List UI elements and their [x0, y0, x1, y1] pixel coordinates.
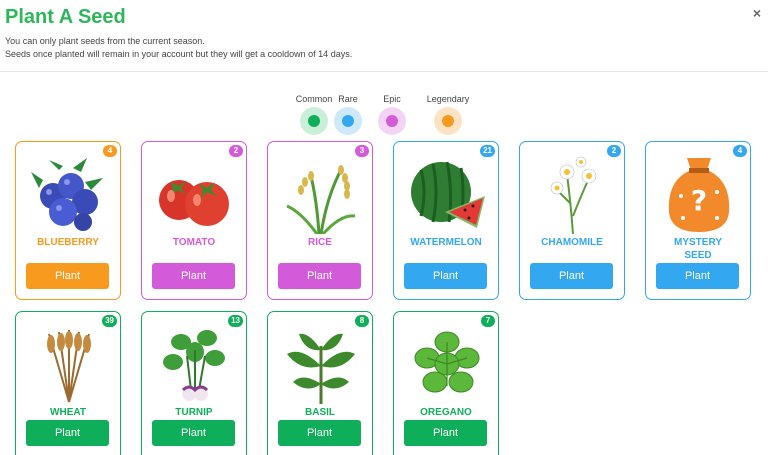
- seed-name: BASIL: [305, 407, 335, 418]
- seed-card-watermelon: 21 WATERMELON Plant: [393, 141, 499, 300]
- legend-epic[interactable]: Epic: [370, 93, 414, 135]
- seed-name: WHEAT: [50, 407, 86, 418]
- seed-card-blueberry: 4 BLUEBERRY Plant: [15, 141, 121, 300]
- plant-button[interactable]: Plant: [26, 263, 109, 289]
- seed-card-basil: 8 BASIL Plant: [267, 311, 373, 455]
- rice-icon: [286, 165, 356, 234]
- seed-card-rice: 3 RICE Plant: [267, 141, 373, 300]
- plant-button[interactable]: Plant: [530, 263, 613, 289]
- plant-button[interactable]: Plant: [404, 263, 487, 289]
- epic-swatch-icon: [378, 107, 406, 135]
- watermelon-icon: [411, 161, 485, 228]
- seed-name: CHAMOMILE: [541, 237, 603, 248]
- seed-card-wheat: 39 WHEAT Plant: [15, 311, 121, 455]
- turnip-icon: [163, 330, 225, 401]
- basil-icon: [287, 333, 355, 404]
- rare-swatch-icon: [334, 107, 362, 135]
- dialog-header: Plant A Seed You can only plant seeds fr…: [0, 0, 768, 72]
- seed-name: BLUEBERRY: [37, 237, 99, 248]
- rarity-legend: Common Rare Epic Legendary: [0, 93, 768, 135]
- seed-name: WATERMELON: [410, 237, 482, 248]
- plant-button[interactable]: Plant: [278, 263, 361, 289]
- plant-button[interactable]: Plant: [152, 420, 235, 446]
- seed-card-turnip: 13 TURNIP Plant: [141, 311, 247, 455]
- seed-name: MYSTERY SEED: [674, 237, 722, 261]
- legend-label: Rare: [338, 94, 358, 104]
- common-swatch-icon: [300, 107, 328, 135]
- close-icon[interactable]: ×: [750, 6, 764, 20]
- legendary-swatch-icon: [434, 107, 462, 135]
- seed-card-oregano: 7 OREGANO Plant: [393, 311, 499, 455]
- legend-label: Legendary: [426, 94, 470, 104]
- svg-text:?: ?: [691, 184, 707, 217]
- seed-card-tomato: 2 TOMATO Plant: [141, 141, 247, 300]
- mystery-seed-icon: ?: [668, 158, 730, 232]
- wheat-icon: [47, 330, 91, 403]
- plant-button[interactable]: Plant: [656, 263, 739, 289]
- seed-card-mystery-seed: 4 ? MYSTERY SEED Plant: [645, 141, 751, 300]
- seed-card-chamomile: 2 CHAMOMILE Plant: [519, 141, 625, 300]
- plant-button[interactable]: Plant: [26, 420, 109, 446]
- seed-name: TURNIP: [175, 407, 213, 418]
- plant-button[interactable]: Plant: [404, 420, 487, 446]
- oregano-icon: [414, 331, 480, 393]
- seed-name: TOMATO: [172, 237, 216, 248]
- tomato-icon: [159, 180, 229, 226]
- dialog-subtitle-line2: Seeds once planted will remain in your a…: [5, 49, 353, 59]
- legend-rare[interactable]: Rare: [326, 93, 370, 135]
- seed-name: OREGANO: [420, 407, 472, 418]
- chamomile-icon: [550, 156, 597, 234]
- legend-legendary[interactable]: Legendary: [426, 93, 470, 135]
- legend-label: Epic: [383, 94, 401, 104]
- dialog-subtitle-line1: You can only plant seeds from the curren…: [5, 36, 205, 46]
- dialog-title: Plant A Seed: [5, 6, 126, 28]
- plant-button[interactable]: Plant: [152, 263, 235, 289]
- blueberry-icon: [31, 158, 103, 231]
- seed-name: RICE: [308, 237, 332, 248]
- plant-button[interactable]: Plant: [278, 420, 361, 446]
